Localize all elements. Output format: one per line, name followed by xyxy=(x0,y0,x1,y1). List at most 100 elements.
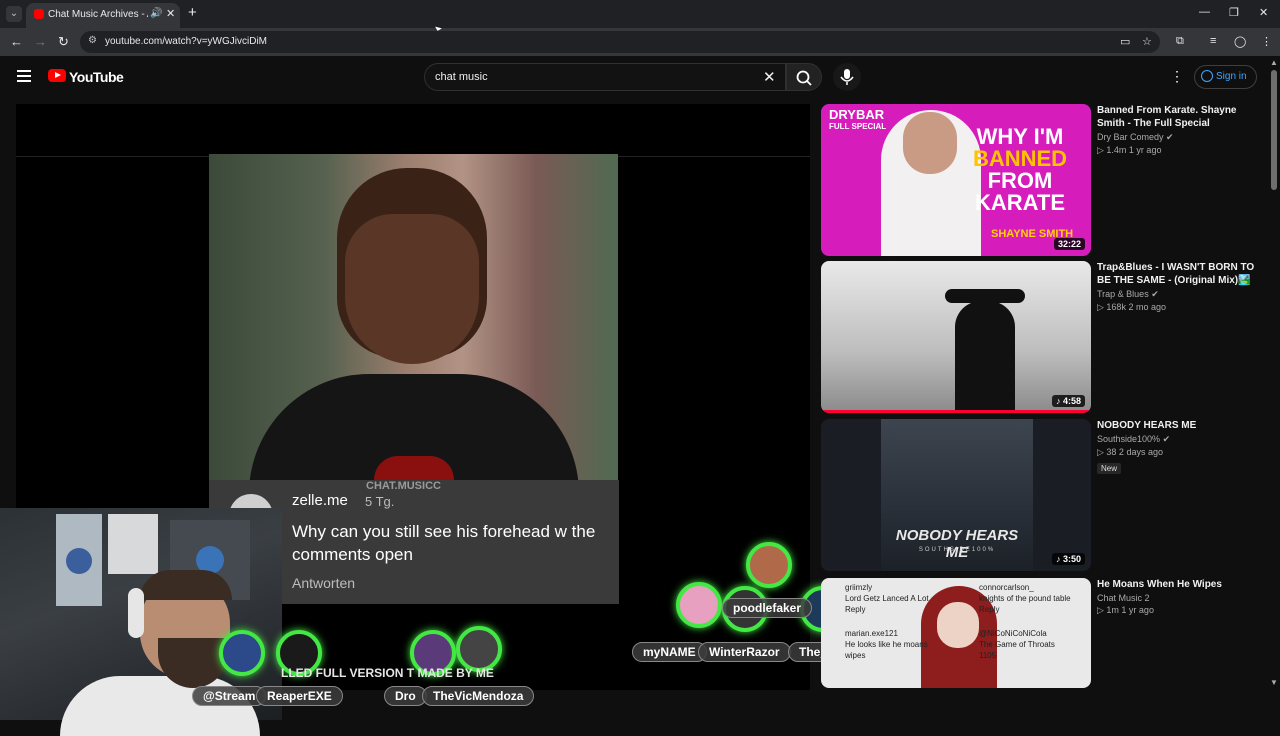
search-button[interactable] xyxy=(786,63,822,91)
sign-in-button[interactable]: Sign in xyxy=(1194,65,1257,89)
restore-icon[interactable]: ❐ xyxy=(1229,6,1239,19)
youtube-logo-icon[interactable] xyxy=(48,69,66,82)
url-text[interactable]: youtube.com/watch?v=yWGJivciDiM xyxy=(105,36,267,47)
browser-tab-bar: ⌄ Chat Music Archives - A Sn 🔊 ✕ + — ❐ ✕ xyxy=(0,0,1280,28)
video-info[interactable]: Trap&Blues - I WASN'T BORN TO BE THE SAM… xyxy=(1097,261,1257,313)
back-arrow-icon[interactable]: ← xyxy=(10,34,23,49)
channel-name[interactable]: Southside100% ✔ xyxy=(1097,434,1257,445)
forward-arrow-icon[interactable]: → xyxy=(34,34,47,49)
viewer-name-tag: poodlefaker xyxy=(722,598,813,618)
microphone-icon xyxy=(840,69,854,85)
thumb-hat xyxy=(945,289,1025,303)
youtube-header: YouTube chat music ✕ ⋮ Sign in xyxy=(0,56,1280,100)
search-query[interactable]: chat music xyxy=(435,71,488,83)
scroll-down-icon[interactable]: ▼ xyxy=(1270,678,1278,687)
sign-in-label: Sign in xyxy=(1216,71,1247,82)
viewer-name-tag: myNAME xyxy=(632,642,707,662)
thumb-comment: connorcarlson_ knights of the pound tabl… xyxy=(979,583,1071,614)
verified-icon: ✔ xyxy=(1162,434,1171,444)
viewer-avatar xyxy=(219,630,265,676)
recommendation-item[interactable]: DRYBAR FULL SPECIAL WHY I'M BANNED FROM … xyxy=(821,104,1261,256)
video-thumbnail[interactable]: griimzly Lord Getz Lanced A Lot Reply co… xyxy=(821,578,1091,688)
viewer-avatar xyxy=(746,542,792,588)
video-title[interactable]: He Moans When He Wipes xyxy=(1097,578,1257,591)
verified-icon: ✔ xyxy=(1166,132,1174,142)
duration-badge: ♪ 3:50 xyxy=(1051,553,1085,565)
search-input[interactable]: chat music ✕ xyxy=(424,63,786,91)
scroll-up-icon[interactable]: ▲ xyxy=(1270,58,1278,67)
video-clip-frame xyxy=(209,154,618,480)
video-info[interactable]: He Moans When He Wipes Chat Music 2 ▷ 1m… xyxy=(1097,578,1257,616)
bookmark-star-icon[interactable]: ☆ xyxy=(1142,35,1152,48)
watched-progress-bar xyxy=(821,410,1091,413)
video-title[interactable]: NOBODY HEARS ME xyxy=(1097,419,1257,432)
browser-menu-icon[interactable]: ⋮ xyxy=(1261,35,1272,48)
thumb-headline: WHY I'M BANNED FROM KARATE xyxy=(972,124,1068,215)
video-title[interactable]: Trap&Blues - I WASN'T BORN TO BE THE SAM… xyxy=(1097,261,1257,287)
video-thumbnail[interactable]: NOBODY HEARS ME SOUTHSIDE100% ♪ 3:50 xyxy=(821,419,1091,571)
close-tab-icon[interactable]: ✕ xyxy=(166,7,175,20)
streamer-hair xyxy=(140,570,232,600)
clear-search-icon[interactable]: ✕ xyxy=(763,68,776,86)
viewer-name-tag: ReaperEXE xyxy=(256,686,343,706)
video-thumbnail[interactable]: DRYBAR FULL SPECIAL WHY I'M BANNED FROM … xyxy=(821,104,1091,256)
wall-poster-1 xyxy=(56,514,102,606)
thumb-brand: DRYBAR xyxy=(829,107,885,122)
viewer-name-tag: WinterRazor xyxy=(698,642,791,662)
viewer-name-tag: Dro xyxy=(384,686,427,706)
search-icon xyxy=(796,70,812,86)
channel-name[interactable]: Trap & Blues ✔ xyxy=(1097,289,1257,300)
browser-tab-active[interactable]: Chat Music Archives - A Sn 🔊 ✕ xyxy=(26,3,180,28)
browser-toolbar: ← → ↻ ⚙ youtube.com/watch?v=yWGJivciDiM … xyxy=(0,28,1280,56)
overlay-caption: LLED FULL VERSION T MADE BY ME xyxy=(281,666,494,680)
channel-name[interactable]: Chat Music 2 xyxy=(1097,593,1257,603)
streamer-body xyxy=(60,676,260,736)
recommendation-item[interactable]: griimzly Lord Getz Lanced A Lot Reply co… xyxy=(821,578,1261,688)
recommendation-item[interactable]: ♪ 4:58 Trap&Blues - I WASN'T BORN TO BE … xyxy=(821,261,1261,413)
video-info[interactable]: NOBODY HEARS ME Southside100% ✔ ▷ 38 2 d… xyxy=(1097,419,1257,476)
account-icon xyxy=(1201,70,1213,82)
close-window-icon[interactable]: ✕ xyxy=(1259,6,1268,19)
comment-text: Why can you still see his forehead w the… xyxy=(292,522,596,564)
scrollbar-thumb[interactable] xyxy=(1271,70,1277,190)
profile-icon[interactable]: ◯ xyxy=(1234,35,1246,48)
video-thumbnail[interactable]: ♪ 4:58 xyxy=(821,261,1091,413)
new-badge: New xyxy=(1097,463,1122,474)
viewer-avatar xyxy=(676,582,722,628)
media-controls-icon[interactable]: ≡ xyxy=(1210,35,1216,47)
recommendation-item[interactable]: NOBODY HEARS ME SOUTHSIDE100% ♪ 3:50 NOB… xyxy=(821,419,1261,571)
video-meta: ▷ 38 2 days ago xyxy=(1097,447,1163,457)
thumb-queen-face xyxy=(937,602,979,648)
thumb-art-title: NOBODY HEARS ME xyxy=(895,527,1019,561)
comment-time: 5 Tg. xyxy=(365,494,395,509)
verified-icon: ✔ xyxy=(1151,289,1159,299)
video-title[interactable]: Banned From Karate. Shayne Smith - The F… xyxy=(1097,104,1257,130)
thumb-figure xyxy=(955,301,1015,413)
tab-search-button[interactable]: ⌄ xyxy=(6,6,22,22)
thumb-comment: griimzly Lord Getz Lanced A Lot Reply xyxy=(845,583,929,614)
minimize-icon[interactable]: — xyxy=(1199,6,1210,18)
comment-reply: Antworten xyxy=(292,575,356,591)
audio-playing-icon[interactable]: 🔊 xyxy=(150,8,162,19)
thumb-art-sub: SOUTHSIDE100% xyxy=(918,547,996,553)
viewer-name-tag: TheVicMendoza xyxy=(422,686,535,706)
clip-person-face xyxy=(345,214,479,364)
video-info[interactable]: Banned From Karate. Shayne Smith - The F… xyxy=(1097,104,1257,156)
channel-name[interactable]: Dry Bar Comedy ✔ xyxy=(1097,132,1257,143)
clip-shirt-logo xyxy=(374,456,454,480)
wall-poster-2 xyxy=(108,514,158,574)
reload-icon[interactable]: ↻ xyxy=(58,34,69,50)
address-bar[interactable]: ⚙ youtube.com/watch?v=yWGJivciDiM ▭ ☆ xyxy=(80,31,1160,53)
menu-icon[interactable] xyxy=(17,70,31,85)
install-app-icon[interactable]: ▭ xyxy=(1120,35,1130,48)
new-tab-button[interactable]: + xyxy=(188,4,197,21)
extensions-icon[interactable]: ⧉ xyxy=(1176,35,1184,48)
settings-menu-icon[interactable]: ⋮ xyxy=(1170,68,1184,85)
thumb-person-head xyxy=(903,112,957,174)
page-scrollbar[interactable]: ▲ ▼ xyxy=(1268,56,1280,690)
video-meta: ▷ 168k 2 mo ago xyxy=(1097,302,1166,312)
clip-watermark: CHAT.MUSICC xyxy=(366,480,441,492)
site-info-icon[interactable]: ⚙ xyxy=(88,35,97,46)
voice-search-button[interactable] xyxy=(833,63,861,91)
youtube-wordmark[interactable]: YouTube xyxy=(69,69,124,85)
